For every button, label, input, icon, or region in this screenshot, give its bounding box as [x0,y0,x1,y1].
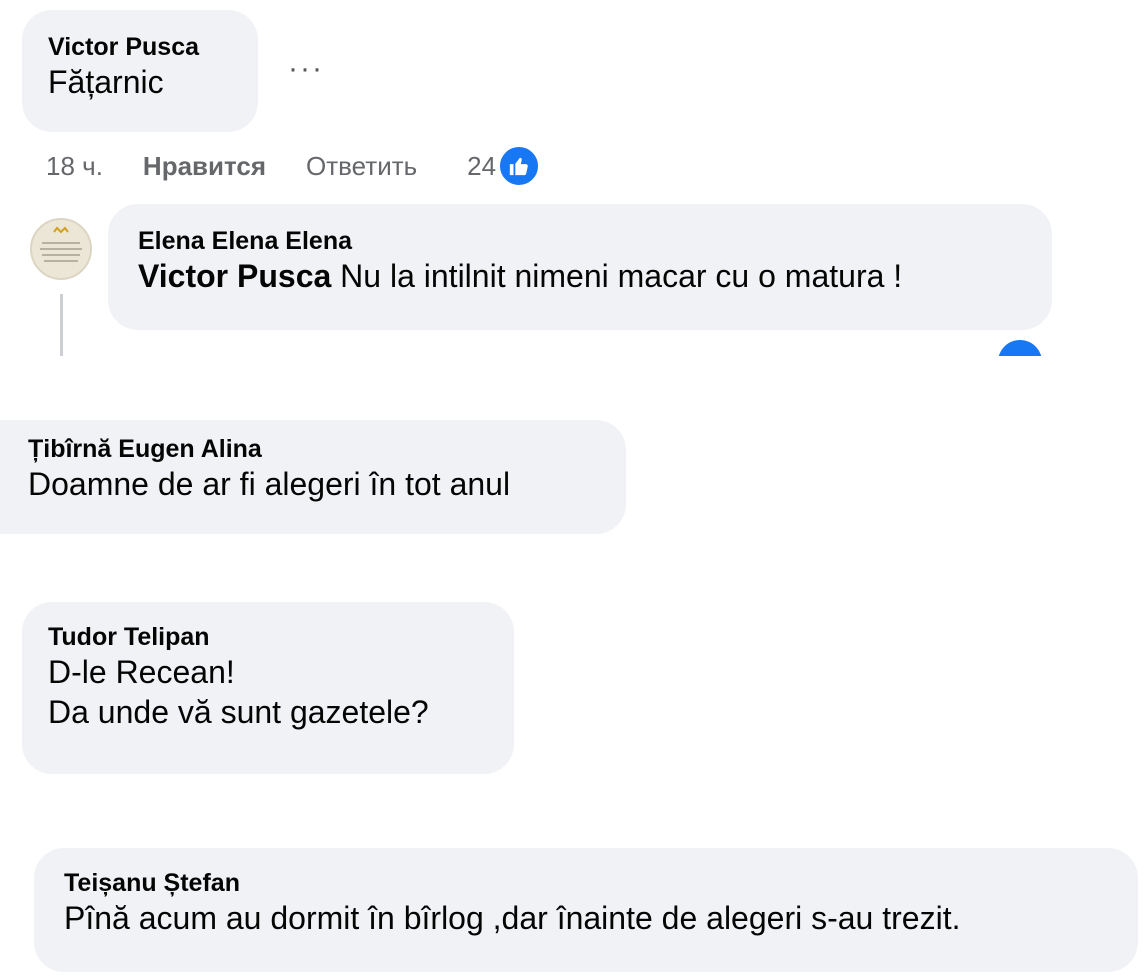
reaction-count[interactable]: 24 [467,151,496,182]
reply-author[interactable]: Elena Elena Elena [138,226,1052,256]
comment-text-line: Da unde vă sunt gazetele? [48,694,429,730]
more-options-icon[interactable]: ··· [288,52,324,86]
thread-line [60,294,63,356]
comment-author[interactable]: Tudor Telipan [48,622,514,652]
like-icon[interactable] [498,145,541,187]
comment-author[interactable]: Teișanu Ștefan [64,868,1138,898]
like-icon[interactable] [998,340,1042,356]
reply-button[interactable]: Ответить [306,151,417,182]
comment-bubble: Tudor Telipan D-le Recean! Da unde vă su… [22,602,514,774]
comment-text: Fățarnic [48,64,164,100]
comment-actions: 18 ч. Нравится Ответить 24 [46,145,541,187]
comment-text: Doamne de ar fi alegeri în tot anul [28,466,511,502]
comment-time[interactable]: 18 ч. [46,151,103,182]
comment-bubble: Teișanu Ștefan Pînă acum au dormit în bî… [34,848,1138,972]
reply-text: Victor Pusca Nu la intilnit nimeni macar… [138,256,1052,296]
comment-author[interactable]: Victor Pusca [48,32,258,62]
comment-text-line: D-le Recean! [48,654,235,690]
comment-bubble: Țibîrnă Eugen Alina Doamne de ar fi aleg… [0,420,626,534]
reply-bubble: Elena Elena Elena Victor Pusca Nu la int… [108,204,1052,330]
avatar[interactable] [30,218,92,280]
comment-text: Pînă acum au dormit în bîrlog ,dar înain… [64,900,961,936]
reply-body: Nu la intilnit nimeni macar cu o matura … [331,258,903,294]
reply-mention[interactable]: Victor Pusca [138,258,331,294]
reply-thread: Elena Elena Elena Victor Pusca Nu la int… [0,196,1144,356]
like-button[interactable]: Нравится [143,151,266,182]
comment-author[interactable]: Țibîrnă Eugen Alina [28,434,626,464]
comment-bubble: Victor Pusca Fățarnic [22,10,258,132]
